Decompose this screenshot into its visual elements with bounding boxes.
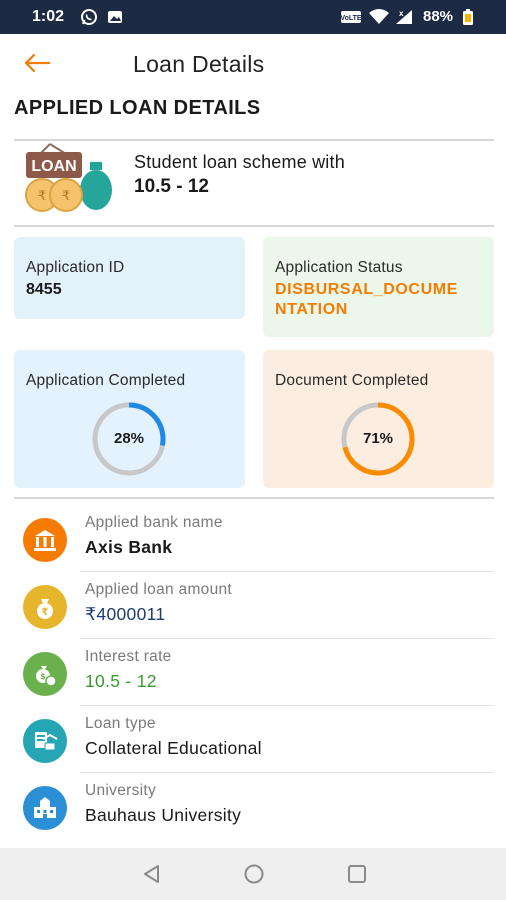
svg-text:₹: ₹ <box>42 607 49 618</box>
divider <box>14 225 494 227</box>
arrow-left-icon[interactable] <box>22 48 52 78</box>
loan-sign-icon: LOAN ₹ ₹ <box>22 140 118 221</box>
battery-icon <box>462 8 474 31</box>
detail-row-interest: $ Interest rate 10.5 - 12 <box>14 639 494 706</box>
whatsapp-icon <box>80 8 98 31</box>
svg-text:VoLTE: VoLTE <box>340 15 361 22</box>
interest-rate-value: 10.5 - 12 <box>85 671 157 691</box>
svg-text:$: $ <box>40 672 46 681</box>
application-status-card: Application Status DISBURSAL_DOCUME NTAT… <box>263 237 494 337</box>
gallery-icon <box>106 8 124 31</box>
system-nav-bar <box>0 848 506 900</box>
university-value: Bauhaus University <box>85 805 242 825</box>
detail-row-loan-type: Loan type Collateral Educational <box>14 706 494 773</box>
home-circle-icon[interactable] <box>242 862 266 886</box>
svg-text:x: x <box>399 9 404 18</box>
detail-label: Interest rate <box>85 648 172 665</box>
detail-label: Applied loan amount <box>85 581 233 598</box>
battery-percent: 88% <box>423 8 454 25</box>
loan-scheme: LOAN ₹ ₹ Student loan scheme with 10.5 -… <box>22 140 492 220</box>
detail-row-university: University Bauhaus University <box>14 773 494 840</box>
document-progress-ring: 71% <box>333 394 423 484</box>
application-status-value: DISBURSAL_DOCUME <box>275 281 458 298</box>
application-status-label: Application Status <box>275 259 403 276</box>
interest-coins-icon: $ <box>23 652 67 696</box>
detail-row-bank: Applied bank name Axis Bank <box>14 505 494 572</box>
application-id-label: Application ID <box>26 259 125 276</box>
application-completed-percent: 28% <box>113 430 145 447</box>
bank-name-value: Axis Bank <box>85 537 173 557</box>
money-bag-icon: ₹ <box>23 585 67 629</box>
document-completed-percent: 71% <box>362 430 394 447</box>
status-bar: 1:02 VoLTE x 88% <box>0 0 506 34</box>
detail-row-amount: ₹ Applied loan amount ₹4000011 <box>14 572 494 639</box>
application-status-value-cont: NTATION <box>275 301 348 318</box>
application-completed-card: Application Completed 28% <box>14 350 245 488</box>
scheme-name: Student loan scheme with <box>134 152 345 172</box>
svg-text:₹: ₹ <box>38 189 46 204</box>
bank-icon <box>23 518 67 562</box>
svg-text:LOAN: LOAN <box>31 158 76 175</box>
document-completed-card: Document Completed 71% <box>263 350 494 488</box>
detail-label: Loan type <box>85 715 156 732</box>
application-completed-label: Application Completed <box>26 372 186 389</box>
scheme-rate: 10.5 - 12 <box>134 176 209 197</box>
svg-text:₹: ₹ <box>62 189 70 204</box>
application-progress-ring: 28% <box>84 394 174 484</box>
detail-label: Applied bank name <box>85 514 223 531</box>
loan-type-value: Collateral Educational <box>85 738 262 758</box>
volte-icon: VoLTE <box>340 8 362 31</box>
signal-icon: x <box>394 8 416 31</box>
document-completed-label: Document Completed <box>275 372 429 389</box>
university-icon <box>23 786 67 830</box>
collateral-icon <box>23 719 67 763</box>
application-id-value: 8455 <box>26 281 62 298</box>
wifi-icon <box>368 8 390 31</box>
back-triangle-icon[interactable] <box>140 862 164 886</box>
divider <box>14 497 494 499</box>
detail-label: University <box>85 782 157 799</box>
app-bar: Loan Details <box>0 34 506 92</box>
loan-amount-value: ₹4000011 <box>85 604 166 624</box>
section-title: APPLIED LOAN DETAILS <box>14 97 261 119</box>
status-time: 1:02 <box>32 8 65 25</box>
recents-square-icon[interactable] <box>345 862 369 886</box>
application-id-card: Application ID 8455 <box>14 237 245 319</box>
page-title: Loan Details <box>133 51 265 77</box>
